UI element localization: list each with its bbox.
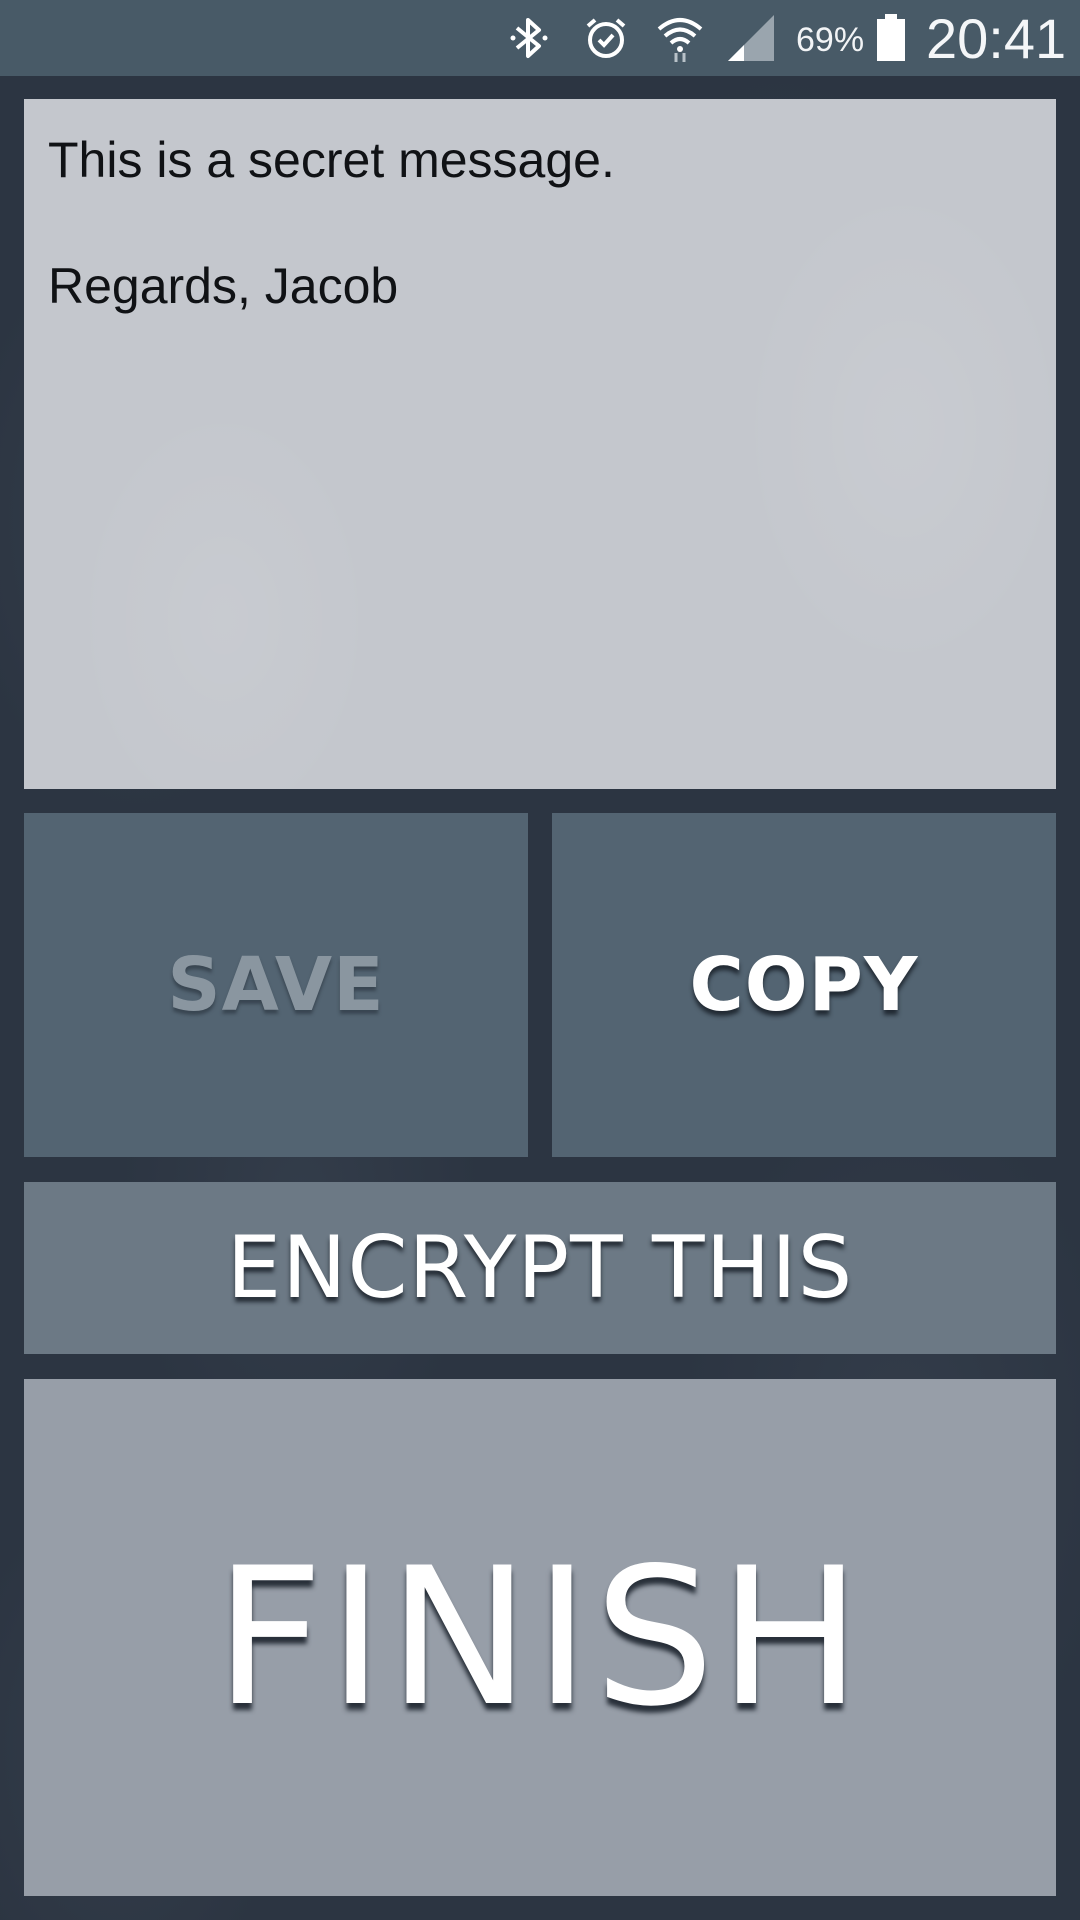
status-bar: 69% 20:41	[0, 0, 1080, 76]
wifi-icon	[652, 0, 708, 76]
battery-percent: 69%	[796, 21, 865, 59]
encrypt-button[interactable]: ENCRYPT THIS	[24, 1182, 1056, 1354]
save-button[interactable]: SAVE	[24, 813, 528, 1157]
message-input[interactable]: This is a secret message. Regards, Jacob	[24, 99, 1056, 789]
bluetooth-icon	[502, 0, 556, 76]
finish-button-label: FINISH	[214, 1527, 866, 1748]
copy-button-label: COPY	[689, 942, 919, 1028]
status-clock: 20:41	[926, 7, 1067, 70]
finish-button[interactable]: FINISH	[24, 1379, 1056, 1896]
encrypt-button-label: ENCRYPT THIS	[226, 1218, 854, 1318]
alarm-icon	[578, 0, 634, 76]
battery-icon	[874, 0, 908, 76]
save-button-label: SAVE	[167, 942, 385, 1028]
signal-icon	[724, 0, 778, 76]
copy-button[interactable]: COPY	[552, 813, 1056, 1157]
